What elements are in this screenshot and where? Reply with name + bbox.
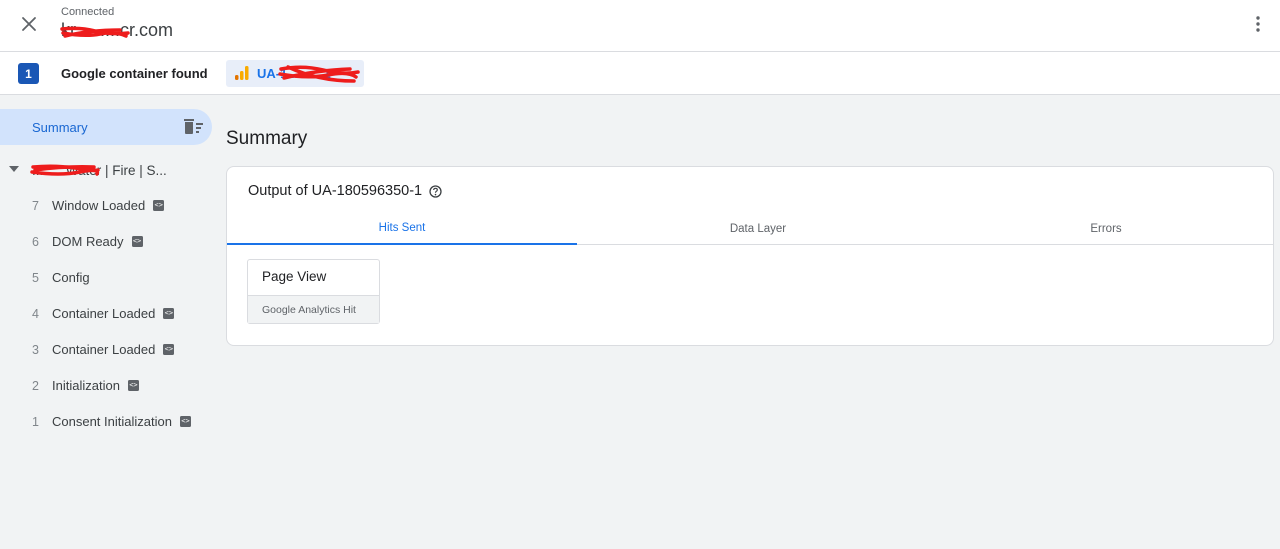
event-name: Initialization <> [52, 378, 139, 393]
container-found-label: Google container found [61, 66, 208, 81]
code-icon: <> [163, 344, 175, 356]
event-number: 6 [32, 235, 39, 249]
event-name-label: Config [52, 270, 90, 285]
event-name-label: Consent Initialization [52, 414, 172, 429]
event-name-label: DOM Ready [52, 234, 124, 249]
code-icon: <> [153, 200, 165, 212]
event-name-label: Container Loaded [52, 306, 156, 321]
event-name: Config [52, 270, 90, 285]
ua-container-chip[interactable]: UA-1..........1 [226, 60, 364, 87]
event-number: 2 [32, 379, 39, 393]
caret-down-icon[interactable] [9, 166, 19, 172]
code-icon: <> [127, 380, 139, 392]
page-node[interactable]: ........ Water | Fire | S... [0, 158, 212, 184]
event-name: Container Loaded <> [52, 342, 175, 357]
analytics-icon [235, 66, 249, 80]
hit-title: Page View [262, 269, 327, 284]
connection-status: Connected [61, 6, 115, 18]
top-bar: Connected kr.........cr.com [0, 0, 1280, 52]
close-icon [22, 17, 36, 31]
tab-errors[interactable]: Errors [931, 213, 1280, 245]
redaction-scribble [30, 164, 100, 176]
sidebar-event-item[interactable]: 2 Initialization <> [0, 373, 212, 399]
sidebar-item-label: Summary [32, 120, 88, 135]
event-number: 4 [32, 307, 39, 321]
sidebar-event-item[interactable]: 7 Window Loaded <> [0, 193, 212, 219]
container-count-badge: 1 [18, 63, 39, 84]
code-icon: <> [131, 236, 143, 248]
hit-type: Google Analytics Hit [262, 304, 356, 316]
output-tabs: Hits Sent Data Layer Errors [227, 213, 1273, 245]
sidebar-event-item[interactable]: 4 Container Loaded <> [0, 301, 212, 327]
card-heading: Output of UA-180596350-1 [248, 183, 442, 199]
sidebar: Summary ........ Water | Fire | S... 7 Wi… [0, 95, 218, 549]
close-button[interactable] [14, 9, 44, 39]
delete-sweep-icon [184, 118, 203, 134]
event-name: Window Loaded <> [52, 198, 165, 213]
event-name: Consent Initialization <> [52, 414, 191, 429]
event-name-label: Initialization [52, 378, 120, 393]
sidebar-event-item[interactable]: 1 Consent Initialization <> [0, 409, 212, 435]
tab-data-layer[interactable]: Data Layer [583, 213, 933, 245]
help-button[interactable] [429, 184, 442, 198]
help-icon [429, 184, 442, 198]
page-title: Summary [226, 128, 308, 149]
event-name-label: Container Loaded [52, 342, 156, 357]
sidebar-event-item[interactable]: 3 Container Loaded <> [0, 337, 212, 363]
hit-card-page-view[interactable]: Page View Google Analytics Hit [247, 259, 380, 324]
code-icon: <> [179, 416, 191, 428]
more-vert-icon [1256, 16, 1260, 32]
event-number: 1 [32, 415, 39, 429]
event-name: Container Loaded <> [52, 306, 175, 321]
output-card: Output of UA-180596350-1 Hits Sent Data … [226, 166, 1274, 346]
container-bar: 1 Google container found UA-1..........1 [0, 52, 1280, 95]
redaction-scribble [278, 65, 360, 83]
redaction-scribble [60, 26, 130, 38]
event-number: 3 [32, 343, 39, 357]
sidebar-event-item[interactable]: 6 DOM Ready <> [0, 229, 212, 255]
card-heading-label: Output of UA-180596350-1 [248, 183, 423, 199]
sidebar-event-item[interactable]: 5 Config [0, 265, 212, 291]
event-name: DOM Ready <> [52, 234, 143, 249]
clear-messages-button[interactable] [182, 118, 204, 140]
event-number: 7 [32, 199, 39, 213]
event-number: 5 [32, 271, 39, 285]
tab-hits-sent[interactable]: Hits Sent [227, 213, 577, 245]
more-options-button[interactable] [1246, 10, 1270, 38]
hit-footer: Google Analytics Hit [248, 295, 379, 323]
code-icon: <> [163, 308, 175, 320]
event-name-label: Window Loaded [52, 198, 146, 213]
sidebar-item-summary[interactable]: Summary [0, 109, 212, 145]
